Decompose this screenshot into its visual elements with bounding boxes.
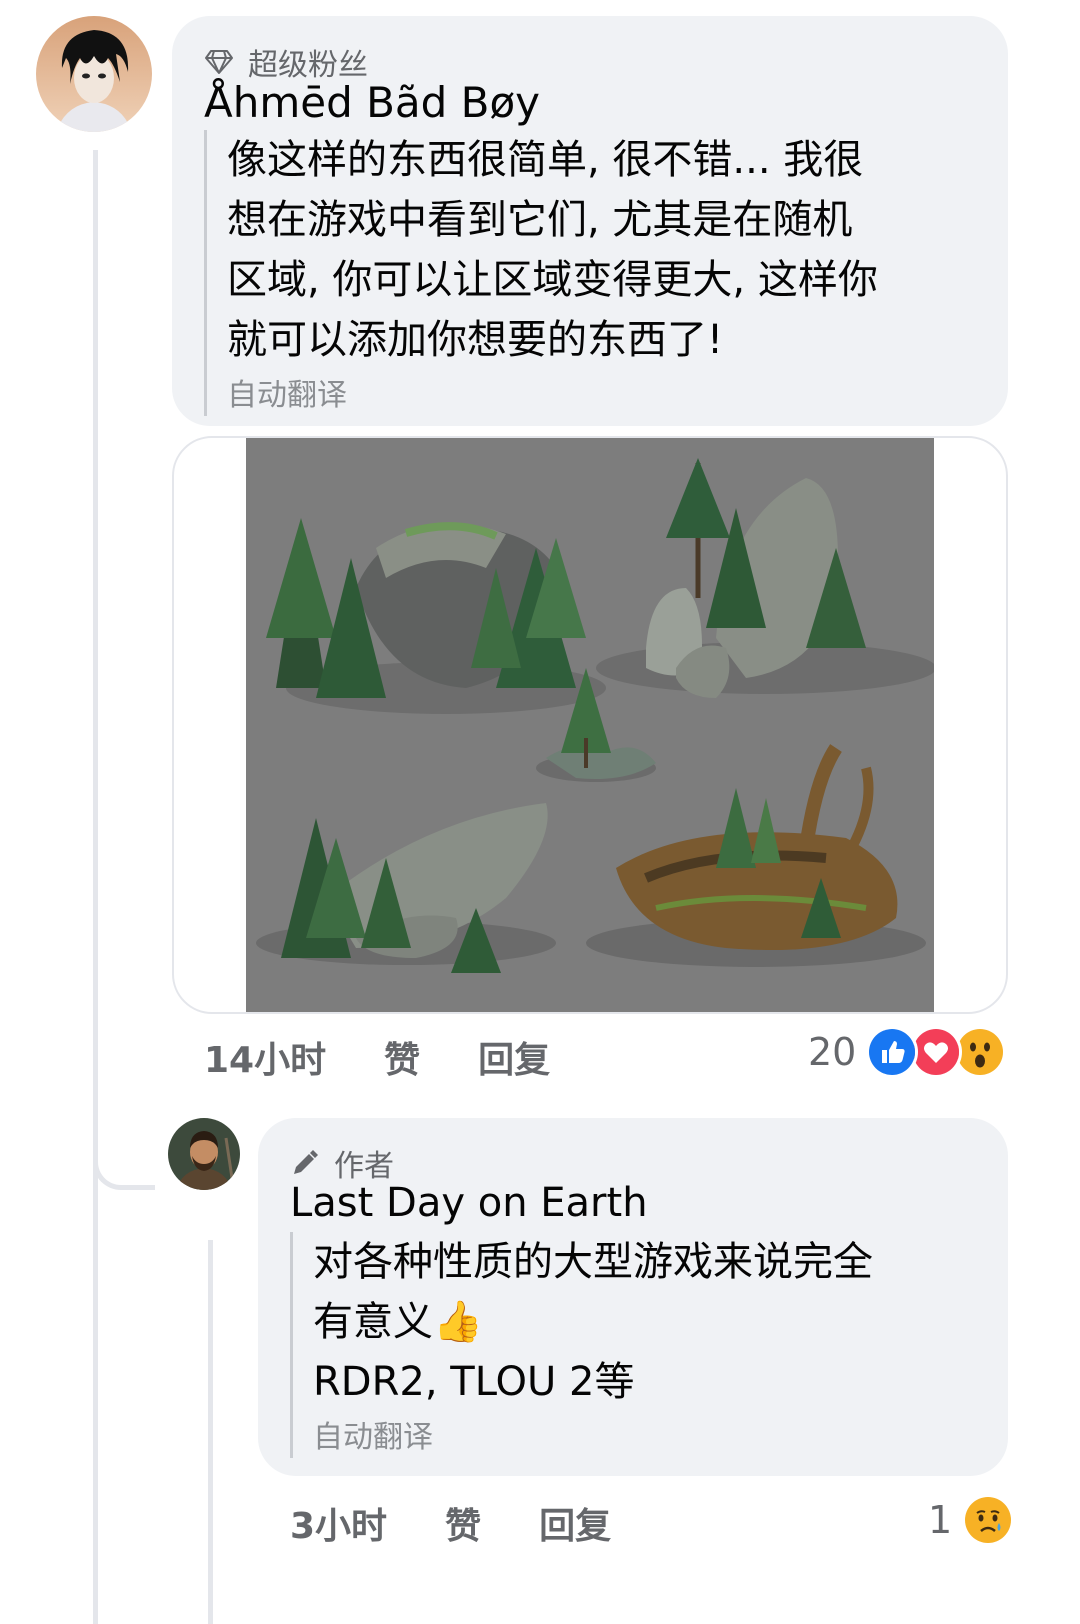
comment-text-line: 像这样的东西很简单, 很不错... 我很 [227, 137, 864, 183]
thread-line [93, 150, 98, 1624]
reply-button[interactable]: 回复 [478, 1031, 550, 1083]
reply-text-block: 对各种性质的大型游戏来说完全 有意义👍 RDR2, TLOU 2等 自动翻译 [290, 1232, 993, 1458]
like-button[interactable]: 赞 [445, 1497, 481, 1549]
comment-text-block: 像这样的东西很简单, 很不错... 我很 想在游戏中看到它们, 尤其是在随机 区… [204, 130, 997, 416]
diamond-icon [205, 50, 233, 74]
reply-author-name[interactable]: Last Day on Earth [290, 1180, 648, 1226]
comment-text-line: 想在游戏中看到它们, 尤其是在随机 [227, 197, 853, 243]
comment-timestamp[interactable]: 14小时 [204, 1031, 326, 1083]
pencil-icon [294, 1150, 318, 1174]
reaction-count: 20 [808, 1030, 857, 1074]
wow-icon [954, 1026, 1007, 1078]
comment-actions: 14小时 赞 回复 [204, 1031, 550, 1083]
comment-text-line: 区域, 你可以让区域变得更大, 这样你 [227, 257, 878, 303]
comment-text-line: 就可以添加你想要的东西了! [227, 317, 724, 363]
author-badge[interactable]: 作者 [290, 1141, 394, 1185]
reply-reaction-summary[interactable]: 1 [928, 1494, 1015, 1546]
reply-text-line: RDR2, TLOU 2等 [313, 1359, 635, 1405]
badge-label: 作者 [334, 1149, 394, 1184]
reply-thread-line [208, 1240, 213, 1624]
game-asset-concept-image [246, 438, 934, 1012]
reaction-count: 1 [928, 1498, 953, 1542]
auto-translate-label[interactable]: 自动翻译 [293, 1418, 993, 1458]
comment-author-name[interactable]: Åhmēd Bãd Bøy [204, 78, 540, 127]
reply-button[interactable]: 回复 [539, 1497, 611, 1549]
reply-text-line: 有意义👍 [313, 1299, 483, 1345]
sad-icon [962, 1494, 1015, 1546]
love-icon [910, 1026, 963, 1078]
reply-actions: 3小时 赞 回复 [290, 1497, 611, 1549]
reply-connector [93, 1148, 155, 1190]
avatar[interactable] [36, 16, 152, 132]
like-button[interactable]: 赞 [384, 1031, 420, 1083]
like-icon [866, 1026, 919, 1078]
auto-translate-label[interactable]: 自动翻译 [207, 376, 997, 416]
reply-timestamp[interactable]: 3小时 [290, 1497, 387, 1549]
reply-avatar[interactable] [168, 1118, 240, 1190]
reply-text-line: 对各种性质的大型游戏来说完全 [313, 1239, 873, 1285]
reaction-summary[interactable]: 20 [808, 1026, 1007, 1078]
comment-image-attachment[interactable] [172, 436, 1008, 1014]
